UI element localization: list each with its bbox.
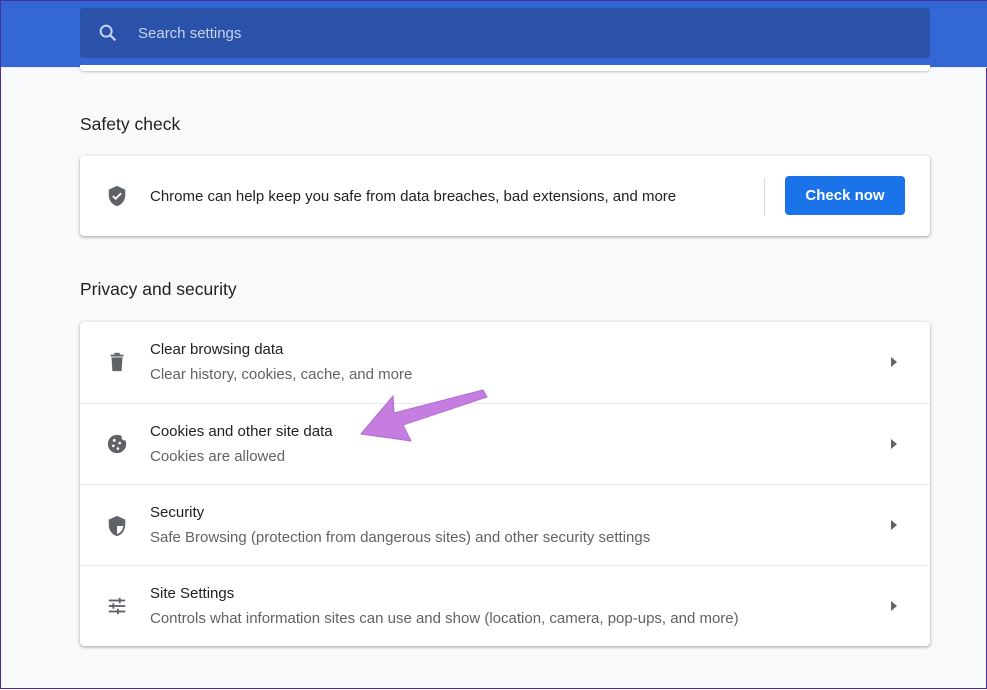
divider: [764, 178, 765, 216]
check-now-button[interactable]: Check now: [785, 176, 905, 215]
cookie-icon: [107, 434, 128, 454]
search-input[interactable]: Search settings: [80, 8, 930, 58]
row-title: Clear browsing data: [150, 341, 284, 358]
safety-check-description: Chrome can help keep you safe from data …: [150, 187, 677, 205]
section-title-privacy: Privacy and security: [80, 279, 237, 299]
search-icon: [99, 24, 117, 42]
trash-icon: [110, 352, 124, 372]
row-subtitle: Cookies are allowed: [150, 448, 286, 465]
row-subtitle: Safe Browsing (protection from dangerous…: [150, 529, 651, 546]
shield-check-icon: [108, 185, 126, 207]
sliders-icon: [108, 597, 126, 615]
shield-icon: [108, 515, 126, 537]
row-title: Site Settings: [150, 585, 235, 602]
row-title: Security: [150, 504, 205, 521]
row-title: Cookies and other site data: [150, 423, 333, 440]
chevron-right-icon: [891, 357, 897, 367]
clear-browsing-data-row[interactable]: Clear browsing data Clear history, cooki…: [80, 322, 930, 403]
security-row[interactable]: Security Safe Browsing (protection from …: [80, 484, 930, 565]
card-edge: [80, 65, 930, 71]
site-settings-row[interactable]: Site Settings Controls what information …: [80, 565, 930, 646]
chevron-right-icon: [891, 520, 897, 530]
chevron-right-icon: [891, 601, 897, 611]
safety-check-card: Chrome can help keep you safe from data …: [80, 156, 930, 236]
row-subtitle: Clear history, cookies, cache, and more: [150, 366, 413, 383]
chevron-right-icon: [891, 439, 897, 449]
row-subtitle: Controls what information sites can use …: [150, 610, 739, 627]
cookies-row[interactable]: Cookies and other site data Cookies are …: [80, 403, 930, 484]
search-placeholder: Search settings: [138, 24, 242, 42]
header-bar: Search settings: [1, 1, 987, 68]
privacy-card: Clear browsing data Clear history, cooki…: [80, 322, 930, 646]
section-title-safety-check: Safety check: [80, 114, 181, 134]
